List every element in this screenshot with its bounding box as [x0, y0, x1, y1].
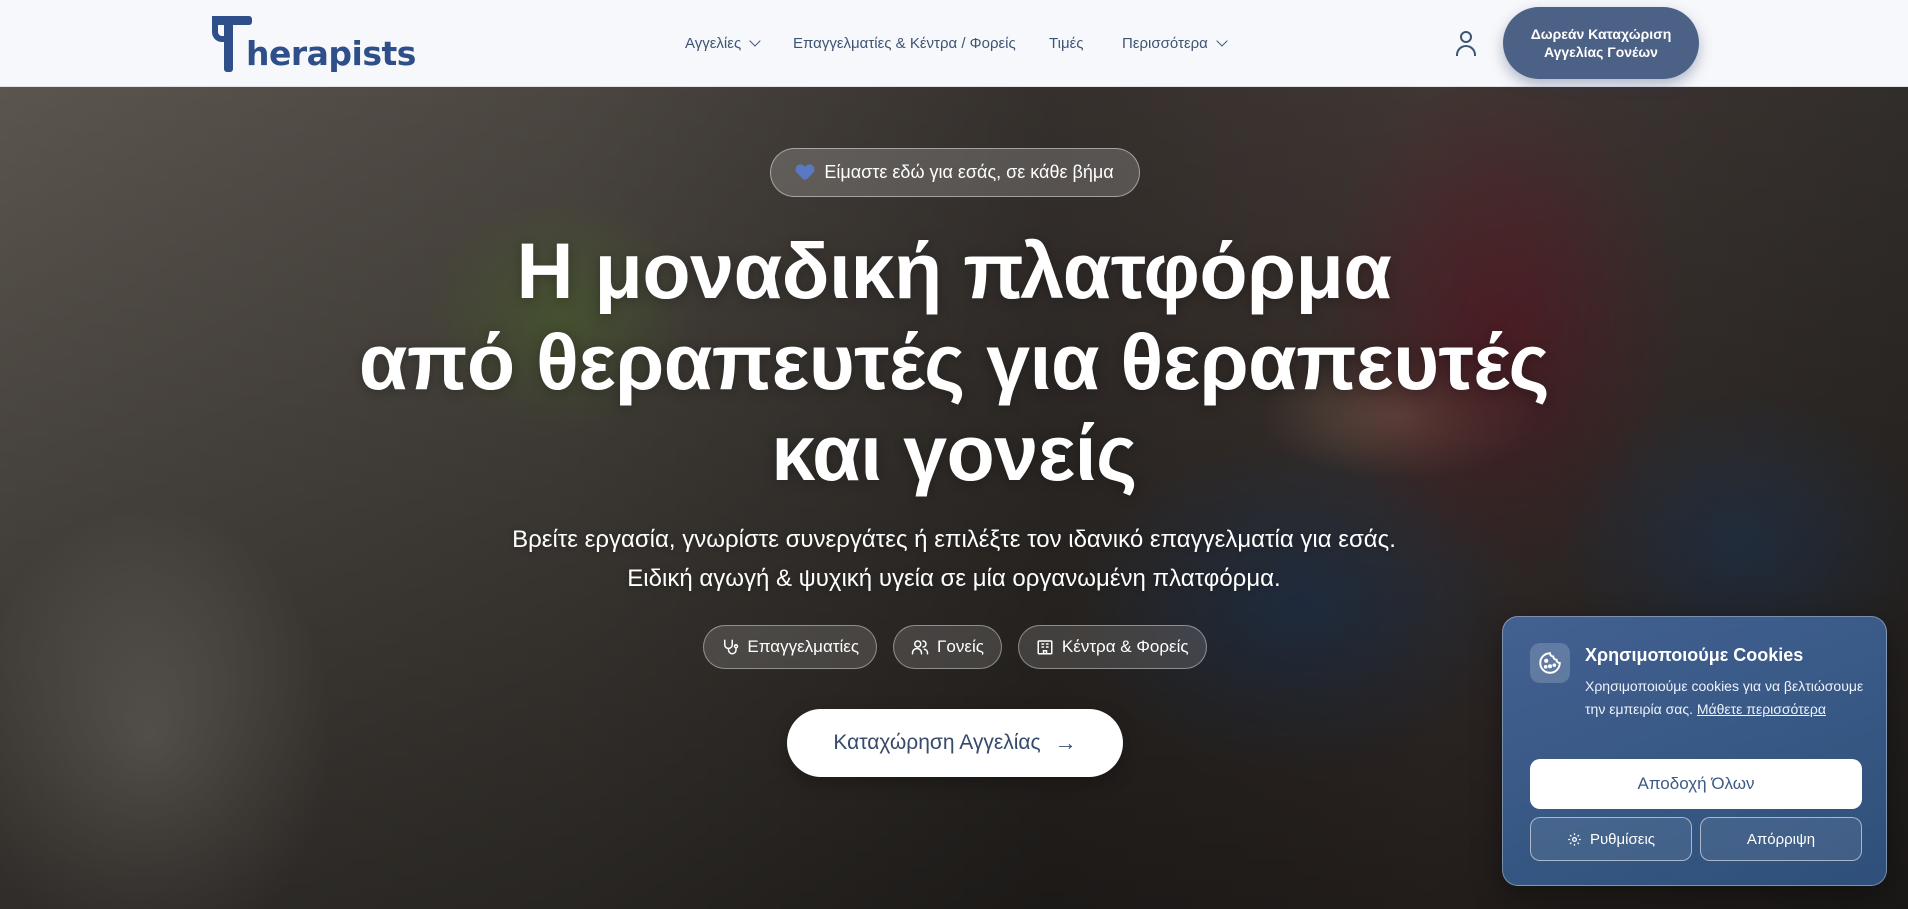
reject-button[interactable]: Απόρριψη	[1700, 817, 1862, 861]
heart-icon	[796, 165, 814, 181]
nav-item-label: Τιμές	[1049, 35, 1084, 52]
headline-line: από θεραπευτές για θεραπευτές	[358, 317, 1550, 406]
cookie-banner: Χρησιμοποιούμε Cookies Χρησιμοποιούμε co…	[1502, 616, 1887, 886]
nav-item-pricing[interactable]: Τιμές	[1049, 0, 1084, 87]
cookie-title: Χρησιμοποιούμε Cookies	[1585, 645, 1804, 665]
chip-label: Γονείς	[937, 637, 984, 656]
subline-line: Βρείτε εργασία, γνωρίστε συνεργάτες ή επ…	[512, 526, 1396, 553]
building-icon	[1037, 640, 1053, 655]
hero-badge: Είμαστε εδώ για εσάς, σε κάθε βήμα	[770, 148, 1140, 197]
nav-item-professionals[interactable]: Επαγγελματίες & Κέντρα / Φορείς	[793, 0, 1016, 87]
hero-headline: Η μοναδική πλατφόρμα από θεραπευτές για …	[354, 225, 1554, 498]
free-parent-listing-button[interactable]: Δωρεάν Καταχώριση Αγγελίας Γονέων	[1503, 7, 1699, 79]
chip-professionals[interactable]: Επαγγελματίες	[703, 625, 878, 669]
arrow-right-icon: →	[1054, 730, 1077, 755]
gear-icon	[1568, 832, 1581, 846]
user-icon[interactable]	[1454, 29, 1478, 57]
logo-text: herapists	[246, 34, 416, 73]
headline-line: και γονείς	[771, 408, 1137, 497]
cta-label: Καταχώρηση Αγγελίας	[833, 731, 1041, 754]
users-icon	[911, 640, 929, 655]
logo-t-mark	[212, 16, 256, 72]
nav-item-label: Επαγγελματίες & Κέντρα / Φορείς	[793, 35, 1016, 52]
nav-item-label: Αγγελίες	[685, 35, 742, 52]
nav-item-listings[interactable]: Αγγελίες	[685, 0, 761, 87]
cookie-settings-button[interactable]: Ρυθμίσεις	[1530, 817, 1692, 861]
learn-more-link[interactable]: Μάθετε περισσότερα	[1697, 701, 1826, 717]
nav-item-label: Περισσότερα	[1122, 35, 1208, 52]
accept-all-button[interactable]: Αποδοχή Όλων	[1530, 759, 1862, 809]
chevron-down-icon	[1216, 35, 1228, 47]
chip-label: Επαγγελματίες	[747, 637, 860, 656]
cookie-text: Χρησιμοποιούμε cookies για να βελτιώσουμ…	[1585, 675, 1870, 721]
settings-label: Ρυθμίσεις	[1589, 830, 1656, 848]
top-navbar: herapists Αγγελίες Επαγγελματίες & Κέντρ…	[0, 0, 1908, 87]
chip-label: Κέντρα & Φορείς	[1061, 637, 1189, 656]
post-listing-button[interactable]: Καταχώρηση Αγγελίας →	[787, 709, 1123, 777]
hero-badge-text: Είμαστε εδώ για εσάς, σε κάθε βήμα	[824, 162, 1114, 182]
logo[interactable]: herapists	[212, 14, 416, 72]
chevron-down-icon	[749, 35, 761, 47]
nav-item-more[interactable]: Περισσότερα	[1122, 0, 1228, 87]
chip-parents[interactable]: Γονείς	[893, 625, 1002, 669]
chip-centers[interactable]: Κέντρα & Φορείς	[1017, 625, 1207, 669]
headline-line: Η μοναδική πλατφόρμα	[516, 226, 1392, 315]
stethoscope-icon	[724, 639, 739, 655]
subline-line: Ειδική αγωγή & ψυχική υγεία σε μία οργαν…	[627, 565, 1281, 592]
hero-subheadline: Βρείτε εργασία, γνωρίστε συνεργάτες ή επ…	[354, 520, 1554, 598]
cookie-icon	[1530, 643, 1570, 683]
